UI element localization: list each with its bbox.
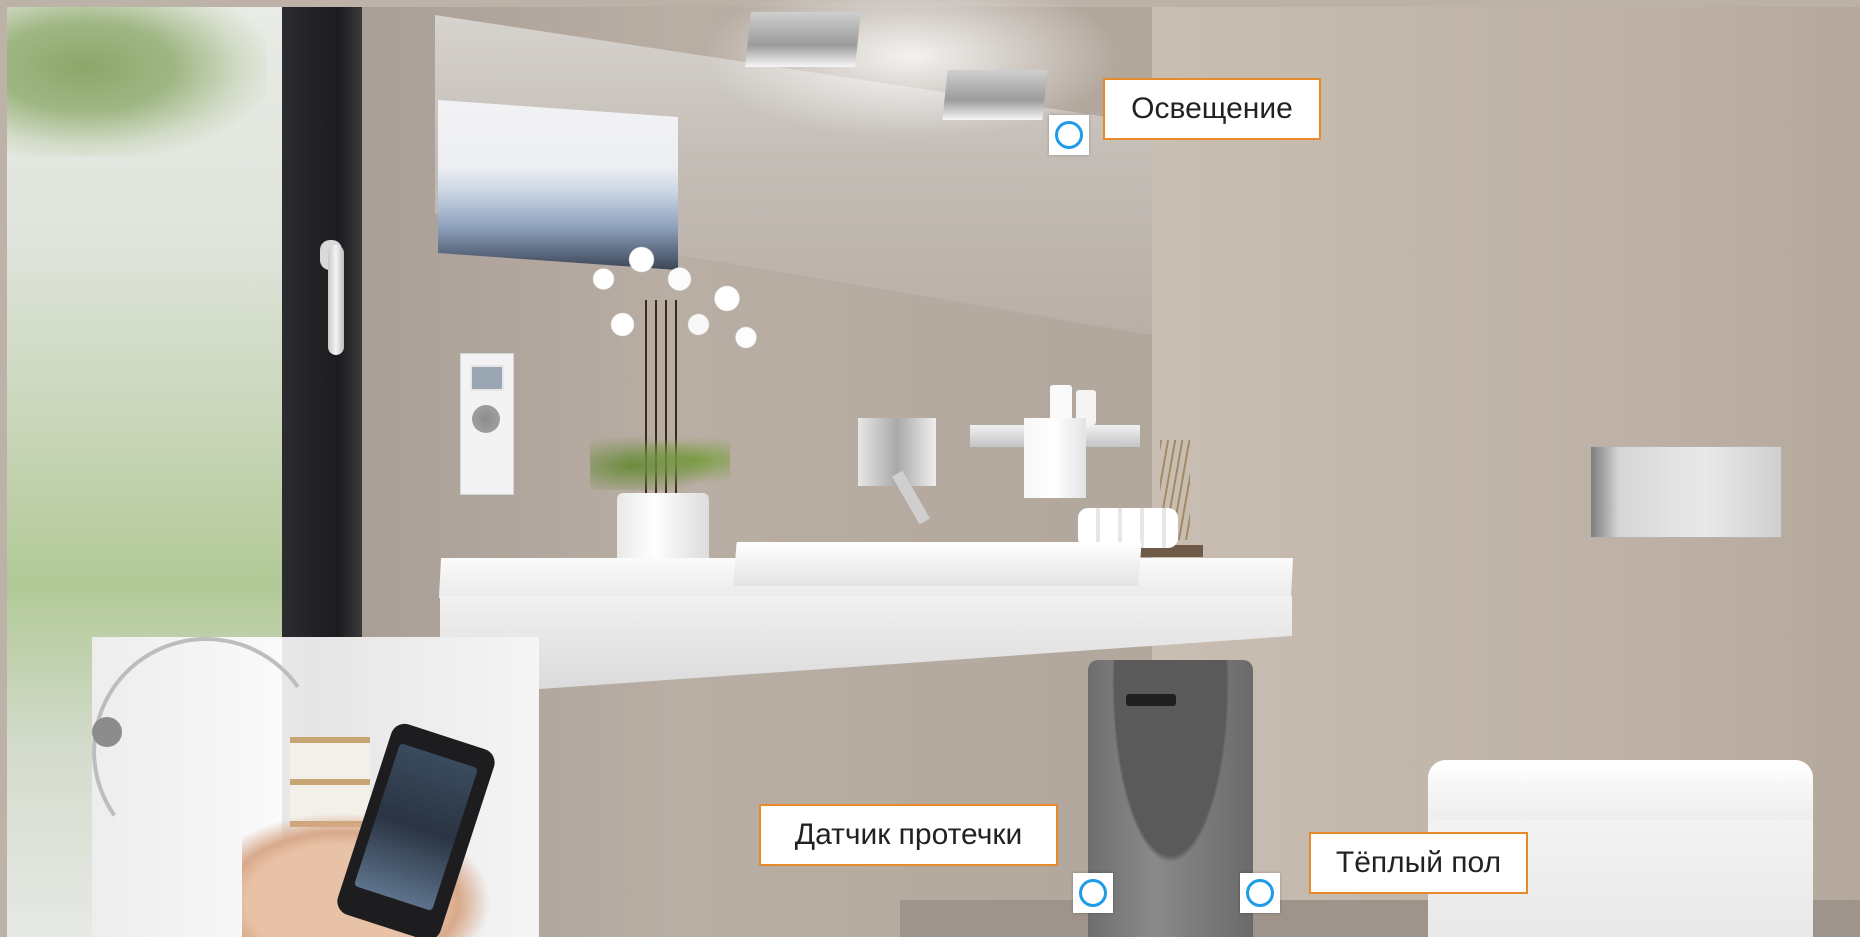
label-lighting-text: Освещение: [1131, 92, 1293, 125]
target-circle-icon: [1055, 121, 1083, 149]
hanging-towel: [1024, 418, 1086, 498]
smartphone-inset-photo: [92, 637, 539, 937]
hotspot-lighting[interactable]: [1049, 115, 1089, 155]
toilet-lid: [1428, 760, 1813, 820]
switch-display: [470, 365, 504, 391]
label-heated-floor[interactable]: Тёплый пол: [1309, 832, 1528, 894]
ceiling-lamp: [745, 12, 861, 67]
window-frame: [282, 7, 362, 637]
label-leak-sensor-text: Датчик протечки: [794, 818, 1023, 851]
lamp-head: [92, 717, 122, 747]
label-lighting[interactable]: Освещение: [1103, 78, 1321, 140]
switch-speaker: [472, 405, 500, 433]
label-heated-floor-text: Тёплый пол: [1335, 846, 1502, 879]
hotspot-leak-sensor[interactable]: [1073, 873, 1113, 913]
hotspot-heated-floor[interactable]: [1240, 873, 1280, 913]
sink-basin: [733, 542, 1142, 586]
flush-plate: [1590, 446, 1782, 538]
bathroom-scene: Освещение Датчик протечки Тёплый пол: [0, 0, 1860, 937]
target-circle-icon: [1079, 879, 1107, 907]
basket-handle: [1126, 694, 1176, 706]
ceiling-lamp: [942, 70, 1048, 120]
orchid-leaves: [590, 430, 730, 490]
orchid-flowers: [575, 240, 765, 370]
label-leak-sensor[interactable]: Датчик протечки: [759, 804, 1058, 866]
tree-foliage: [7, 7, 267, 157]
target-circle-icon: [1246, 879, 1274, 907]
window-handle: [328, 245, 344, 355]
